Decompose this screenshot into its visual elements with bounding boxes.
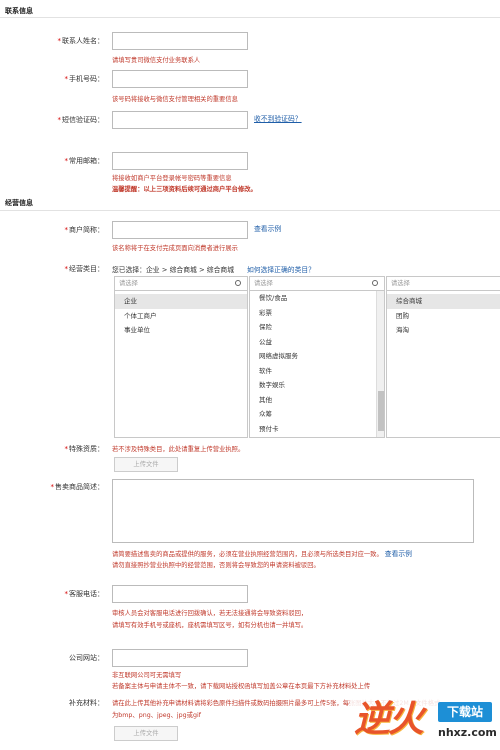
view-example-link[interactable]: 查看示例 (254, 223, 281, 233)
website-hint-2: 若备案主体与申请主体不一致，请下载网站授权函填写加盖公章在本页最下方补充材料处上… (112, 683, 371, 690)
section-title-business: 经营信息 (5, 199, 33, 207)
shortname-label: *商户简称： (4, 225, 105, 235)
description-hint-1: 请简要描述售卖的商品或提供的服务，必须在营业执照经营范围内，且必须与所选类目对应… (112, 548, 412, 558)
category-column-3: 请选择 综合商城 团购 海淘 (386, 276, 500, 438)
category-help-link[interactable]: 如何选择正确的类目？ (247, 264, 315, 274)
description-hint-text: 请简要描述售卖的商品或提供的服务，必须在营业执照经营范围内，且必须与所选类目对应… (112, 551, 383, 558)
website-input[interactable] (112, 649, 248, 667)
category-option[interactable]: 事业单位 (115, 323, 247, 338)
search-icon (372, 280, 378, 286)
email-input[interactable] (112, 152, 248, 170)
watermark-text-main: 逆火 (354, 699, 424, 740)
special-qualification-hint: 若不涉及特殊类目，此处请重复上传营业执照。 (112, 446, 245, 453)
service-phone-label: *客服电话： (4, 589, 105, 599)
phone-label-text: 手机号码： (69, 75, 104, 83)
website-label: 公司网站： (69, 654, 104, 662)
email-label-text: 常用邮箱： (69, 157, 104, 165)
contact-name-label: *联系人姓名： (4, 36, 105, 46)
category-option[interactable]: 海淘 (387, 323, 500, 338)
category-option[interactable]: 保险 (250, 320, 384, 335)
category-option[interactable]: 众筹 (250, 407, 384, 422)
phone-label: *手机号码： (4, 74, 105, 84)
phone-input[interactable] (112, 70, 248, 88)
category-option[interactable]: 其他 (250, 393, 384, 408)
upload-special-button[interactable]: 上传文件 (114, 457, 178, 472)
description-hint-2: 请勿直接照抄营业执照中的经营范围，否则将会导致您的申请资料被驳回。 (112, 562, 320, 569)
watermark-badge: 下载站 (438, 702, 492, 722)
category-selected-text: 您已选择：企业 > 综合商城 > 综合商城 (112, 266, 234, 274)
category-option[interactable]: 企业 (115, 294, 247, 309)
category-option[interactable]: 数字娱乐 (250, 378, 384, 393)
shortname-hint: 该名称将于在支付完成页面向消费者进行展示 (112, 245, 238, 252)
contact-name-input[interactable] (112, 32, 248, 50)
special-qualification-label-text: 特殊资质： (69, 445, 104, 453)
category-search-2[interactable]: 请选择 (250, 277, 384, 291)
watermark-url: nhxz.com (438, 726, 497, 739)
special-qualification-label: *特殊资质： (4, 444, 105, 454)
category-option[interactable]: 团购 (387, 309, 500, 324)
watermark-logo: 逆火 下载站 nhxz.com (350, 692, 500, 750)
supplement-hint-2: 为bmp、png、jpeg、jpg或gif (112, 712, 201, 719)
scrollbar-thumb[interactable] (378, 391, 384, 431)
category-column-2: 请选择 餐饮/食品 彩票 保险 公益 网络虚拟服务 软件 数字娱乐 其他 众筹 … (249, 276, 385, 438)
category-option[interactable]: 软件 (250, 364, 384, 379)
description-example-link[interactable]: 查看示例 (385, 550, 412, 558)
category-scrollbar[interactable] (376, 291, 384, 437)
website-hint-1: 非互联网公司可无需填写 (112, 672, 182, 679)
email-hint: 将接收如商户平台登录帐号密码等重要信息 (112, 175, 232, 182)
sms-code-label-text: 短信验证码： (62, 116, 104, 124)
category-search-3[interactable]: 请选择 (387, 277, 500, 291)
section-title-contact: 联系信息 (5, 7, 33, 15)
category-column-1: 请选择 企业 个体工商户 事业单位 (114, 276, 248, 438)
search-placeholder: 请选择 (119, 280, 138, 287)
required-star: * (64, 75, 69, 83)
category-label: *经营类目： (4, 264, 105, 274)
category-option[interactable]: 餐饮/食品 (250, 291, 384, 306)
category-search-1[interactable]: 请选择 (115, 277, 247, 291)
category-option[interactable]: 综合商城 (387, 294, 500, 309)
category-label-text: 经营类目： (69, 265, 104, 273)
required-star: * (64, 226, 69, 234)
required-star: * (50, 483, 55, 491)
required-star: * (64, 590, 69, 598)
search-placeholder: 请选择 (391, 280, 410, 287)
required-star: * (64, 445, 69, 453)
contact-name-hint: 请填写贵司微信支付业务联系人 (112, 57, 201, 64)
category-option[interactable]: 彩票 (250, 306, 384, 321)
upload-supplement-button[interactable]: 上传文件 (114, 726, 178, 741)
service-phone-hint-2: 请填写有效手机号或座机，座机需填写区号，如有分机也请一并填写。 (112, 622, 308, 629)
service-phone-input[interactable] (112, 585, 248, 603)
shortname-label-text: 商户简称： (69, 226, 104, 234)
divider (0, 17, 500, 18)
sms-code-label: *短信验证码： (4, 115, 105, 125)
category-option[interactable]: 个体工商户 (115, 309, 247, 324)
category-option[interactable]: 网络虚拟服务 (250, 349, 384, 364)
required-star: * (64, 265, 69, 273)
description-label-text: 售卖商品简述： (55, 483, 104, 491)
required-star: * (57, 37, 62, 45)
divider (0, 210, 500, 211)
supplement-label: 补充材料： (69, 699, 104, 707)
service-phone-label-text: 客服电话： (69, 590, 104, 598)
description-textarea[interactable] (112, 479, 474, 543)
service-phone-hint-1: 审核人员会对客服电话进行回拨确认，若无法接通将会导致资料驳回， (112, 610, 308, 617)
shortname-input[interactable] (112, 221, 248, 239)
required-star: * (57, 116, 62, 124)
contact-warning: 温馨提醒：以上三项资料后续可通过商户平台修改。 (112, 186, 257, 193)
description-label: *售卖商品简述： (4, 482, 105, 492)
phone-hint: 该号码将接收与微信支付管理相关的重要信息 (112, 96, 238, 103)
resend-code-link[interactable]: 收不到验证码？ (254, 113, 302, 123)
email-label: *常用邮箱： (4, 156, 105, 166)
category-option[interactable]: 公益 (250, 335, 384, 350)
required-star: * (64, 157, 69, 165)
search-placeholder: 请选择 (254, 280, 273, 287)
sms-code-input[interactable] (112, 111, 248, 129)
category-option[interactable]: 预付卡 (250, 422, 384, 437)
contact-name-label-text: 联系人姓名： (62, 37, 104, 45)
search-icon (235, 280, 241, 286)
